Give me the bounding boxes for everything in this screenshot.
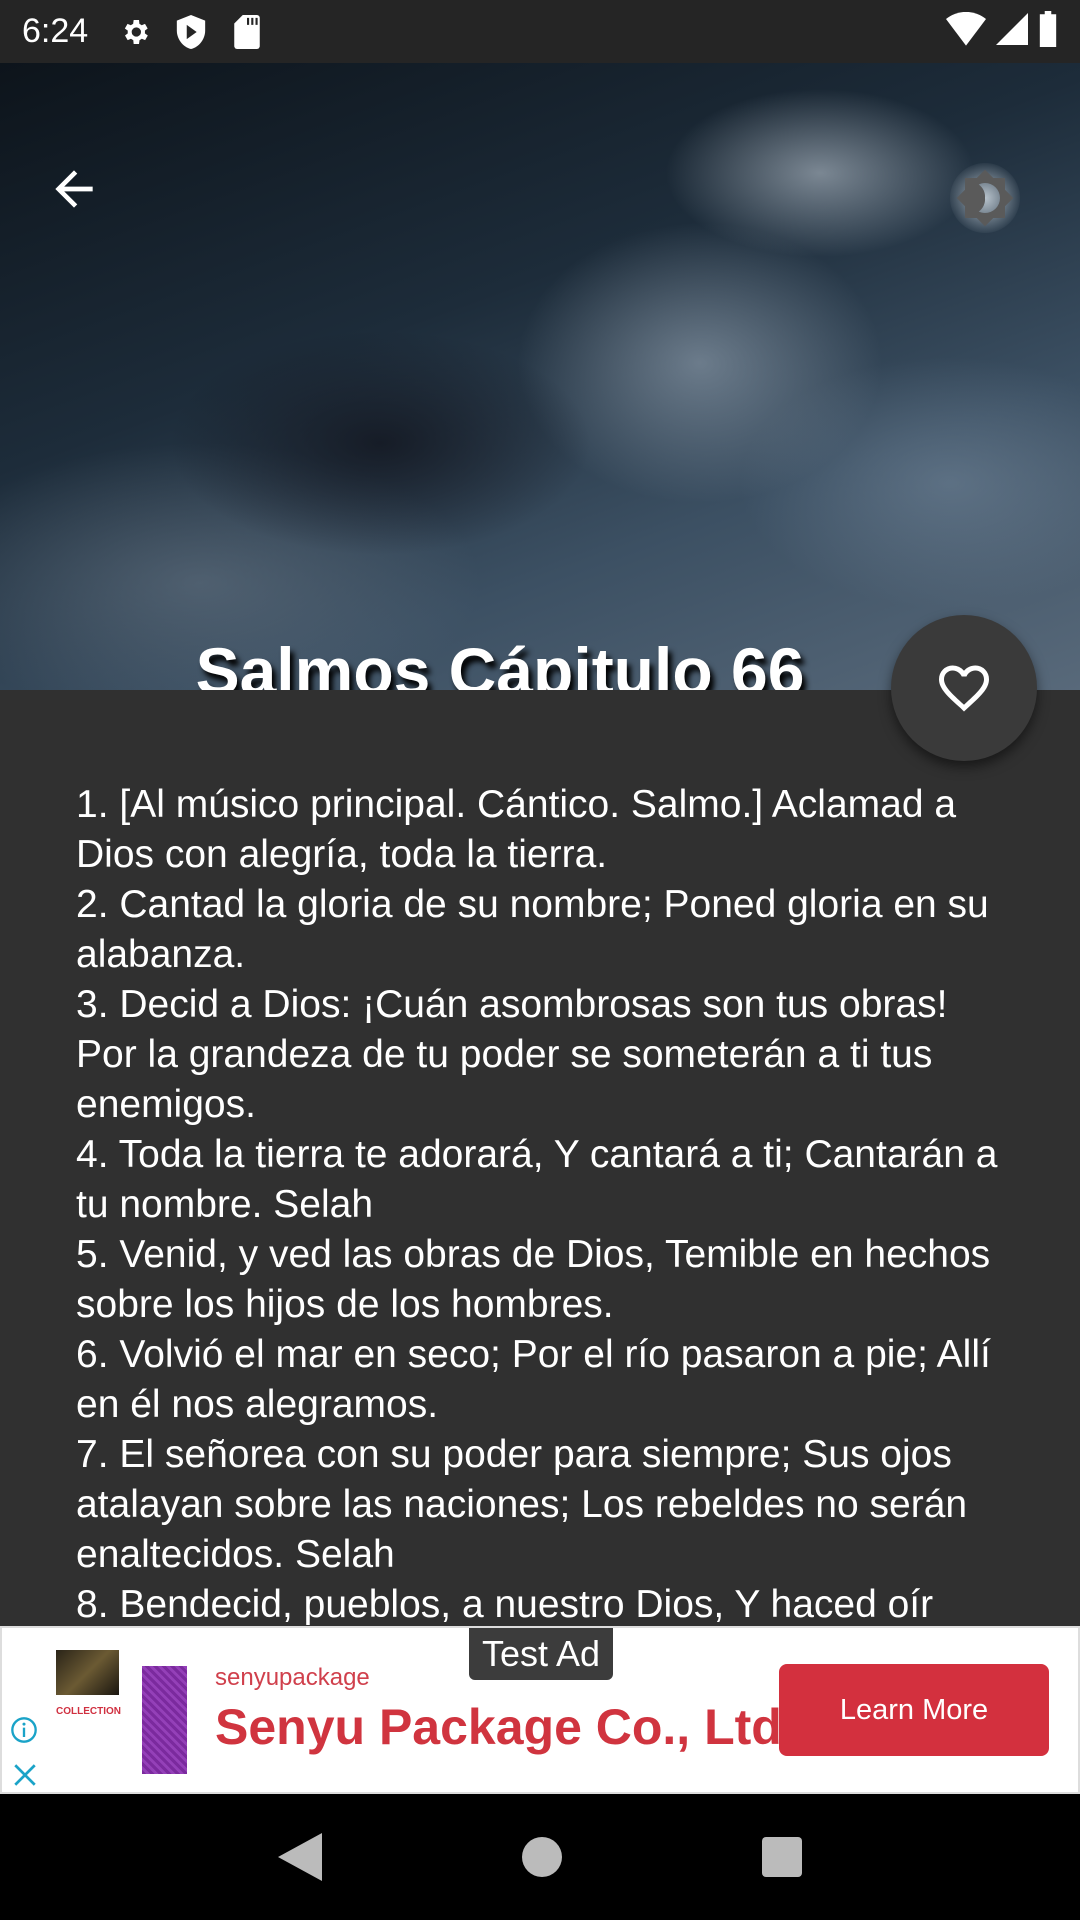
ad-logo-text: COLLECTION <box>56 1706 121 1717</box>
close-icon[interactable] <box>12 1762 38 1788</box>
home-circle-icon[interactable] <box>522 1837 562 1877</box>
signal-icon <box>996 13 1028 50</box>
verse: 2. Cantad la gloria de su nombre; Poned … <box>76 883 989 976</box>
learn-more-button[interactable]: Learn More <box>779 1664 1049 1756</box>
status-time: 6:24 <box>22 12 89 50</box>
arrow-left-icon <box>55 170 93 208</box>
verse: 1. [Al músico principal. Cántico. Salmo.… <box>76 783 957 876</box>
ad-banner[interactable]: COLLECTION senyupackage Senyu Package Co… <box>0 1626 1080 1794</box>
recents-square-icon[interactable] <box>762 1837 802 1877</box>
wifi-icon <box>946 11 986 51</box>
ad-headline[interactable]: Senyu Package Co., Ltd <box>215 1698 782 1756</box>
ad-product-image <box>142 1666 187 1774</box>
back-button[interactable] <box>46 161 102 217</box>
page-title: Salmos Cápitulo 66 <box>195 634 805 690</box>
verse: 5. Venid, y ved las obras de Dios, Temib… <box>76 1233 991 1326</box>
sd-card-icon <box>230 14 264 49</box>
gear-icon <box>118 15 152 49</box>
info-icon[interactable] <box>10 1716 38 1744</box>
favorite-button[interactable] <box>891 615 1037 761</box>
ad-advertiser: senyupackage <box>215 1664 370 1691</box>
verse: 3. Decid a Dios: ¡Cuán asombrosas son tu… <box>76 983 948 1126</box>
verse: 8. Bendecid, pueblos, a nuestro Dios, Y … <box>76 1583 934 1626</box>
test-ad-badge: Test Ad <box>469 1628 613 1680</box>
verse: 6. Volvió el mar en seco; Por el río pas… <box>76 1333 991 1426</box>
back-triangle-icon[interactable] <box>278 1833 322 1881</box>
navigation-bar <box>0 1794 1080 1920</box>
verse: 7. El señorea con su poder para siempre;… <box>76 1433 968 1576</box>
heart-outline-icon <box>938 665 990 712</box>
brightness-icon <box>956 169 1014 227</box>
status-bar: 6:24 <box>0 0 1080 63</box>
battery-icon <box>1038 11 1058 52</box>
shield-play-icon <box>174 14 208 49</box>
theme-toggle-button[interactable] <box>950 163 1020 233</box>
chapter-text: 1. [Al músico principal. Cántico. Salmo.… <box>76 780 1016 1626</box>
ad-logo-image <box>56 1650 119 1695</box>
header-image: Salmos Cápitulo 66 <box>0 63 1080 690</box>
verse: 4. Toda la tierra te adorará, Y cantará … <box>76 1133 998 1226</box>
